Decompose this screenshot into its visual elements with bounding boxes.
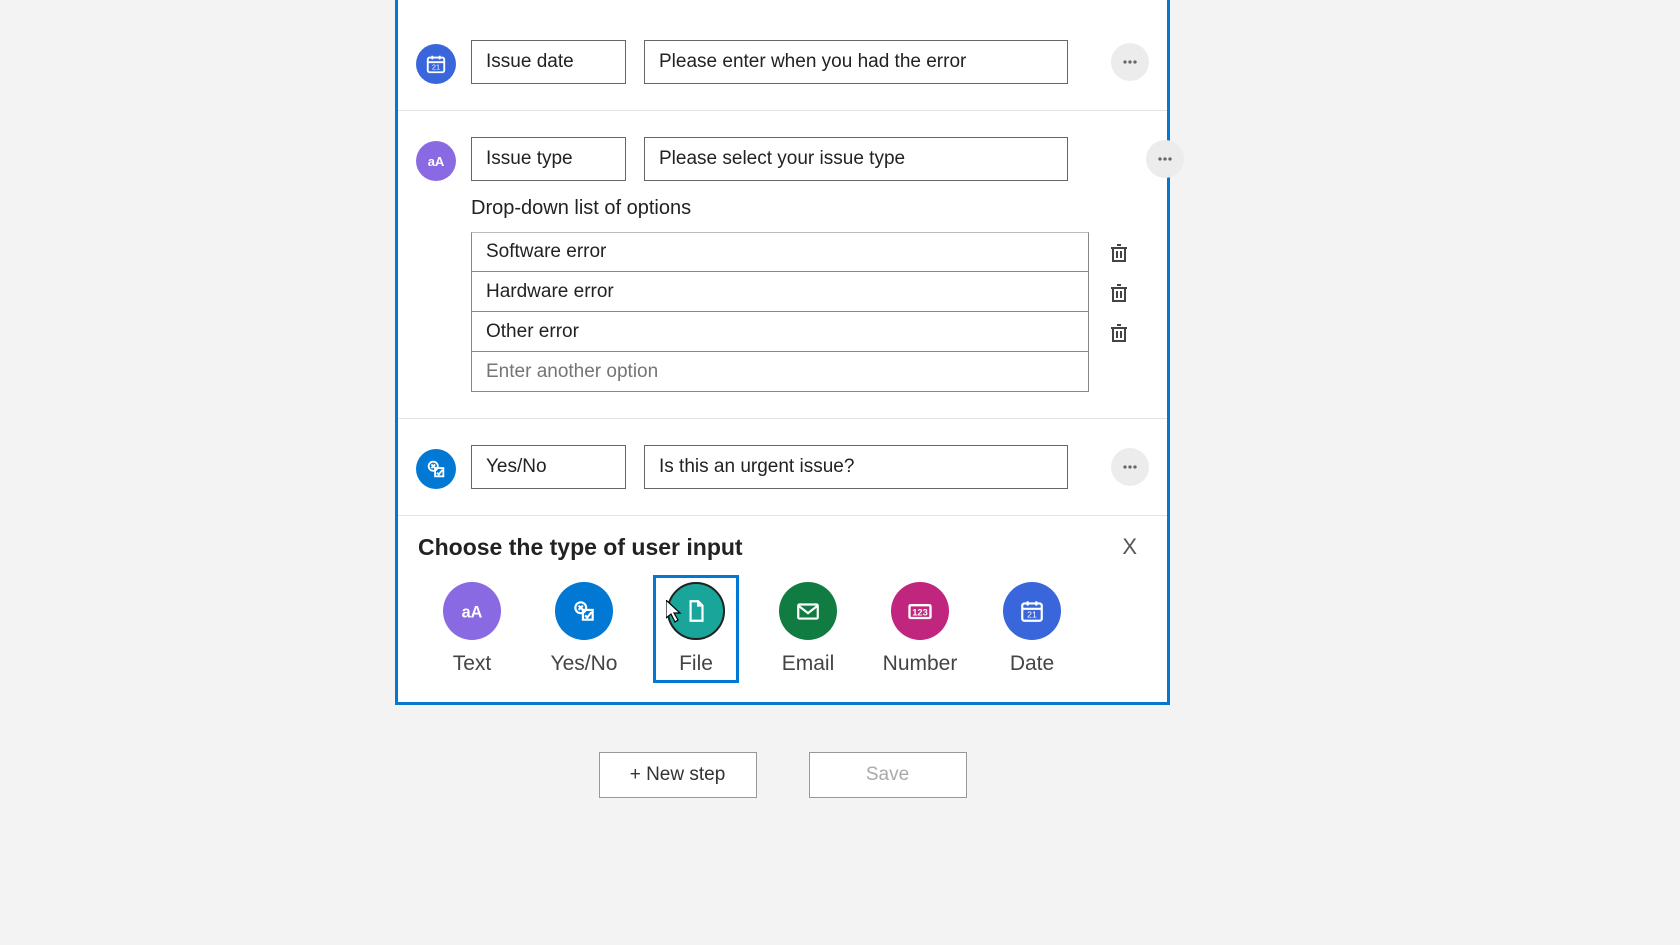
input-prompt-field[interactable] (644, 445, 1068, 489)
dropdown-option-row (471, 312, 1131, 352)
text-type-icon (416, 141, 456, 181)
input-prompt-field[interactable] (644, 40, 1068, 84)
input-type-label: File (679, 652, 713, 676)
input-type-yesno[interactable]: Yes/No (548, 582, 620, 676)
dropdown-option-row (471, 272, 1131, 312)
input-type-label: Yes/No (551, 652, 618, 676)
dropdown-options-label: Drop-down list of options (471, 197, 1131, 220)
close-button[interactable]: X (1112, 530, 1147, 564)
input-name-field[interactable] (471, 445, 626, 489)
email-icon (779, 582, 837, 640)
input-type-email[interactable]: Email (772, 582, 844, 676)
save-button[interactable]: Save (809, 752, 967, 798)
input-type-text[interactable]: Text (436, 582, 508, 676)
file-icon (667, 582, 725, 640)
footer-actions: + New step Save (396, 712, 1169, 798)
more-options-button[interactable] (1111, 448, 1149, 486)
input-type-number[interactable]: Number (884, 582, 956, 676)
input-type-file[interactable]: File (653, 575, 739, 683)
trigger-card: Drop-down list of options (395, 0, 1170, 705)
input-row-type: Drop-down list of options (398, 110, 1167, 418)
input-row-yesno (398, 418, 1167, 515)
input-type-label: Text (453, 652, 492, 676)
input-type-label: Date (1010, 652, 1054, 676)
dropdown-option-field[interactable] (471, 272, 1089, 312)
input-type-date[interactable]: Date (996, 582, 1068, 676)
dropdown-option-field[interactable] (471, 232, 1089, 272)
choose-input-type-panel: Choose the type of user input X Text Yes… (398, 515, 1167, 696)
input-name-field[interactable] (471, 137, 626, 181)
yesno-icon (555, 582, 613, 640)
input-type-label: Number (883, 652, 958, 676)
yesno-type-icon (416, 449, 456, 489)
ellipsis-icon (1155, 149, 1175, 169)
ellipsis-icon (1120, 52, 1140, 72)
more-options-button[interactable] (1111, 43, 1149, 81)
input-name-field[interactable] (471, 40, 626, 84)
text-icon (443, 582, 501, 640)
dropdown-options-list (471, 232, 1131, 392)
more-options-button[interactable] (1146, 140, 1184, 178)
calendar-icon (1003, 582, 1061, 640)
new-step-button[interactable]: + New step (599, 752, 757, 798)
calendar-icon (416, 44, 456, 84)
trash-icon[interactable] (1107, 320, 1131, 344)
trash-icon[interactable] (1107, 240, 1131, 264)
number-icon (891, 582, 949, 640)
dropdown-option-row (471, 352, 1131, 392)
input-type-label: Email (782, 652, 835, 676)
input-prompt-field[interactable] (644, 137, 1068, 181)
trash-icon[interactable] (1107, 280, 1131, 304)
dropdown-option-row (471, 232, 1131, 272)
dropdown-add-option-field[interactable] (471, 352, 1089, 392)
ellipsis-icon (1120, 457, 1140, 477)
dropdown-option-field[interactable] (471, 312, 1089, 352)
choose-type-title: Choose the type of user input (418, 534, 743, 561)
input-row-date (398, 14, 1167, 110)
